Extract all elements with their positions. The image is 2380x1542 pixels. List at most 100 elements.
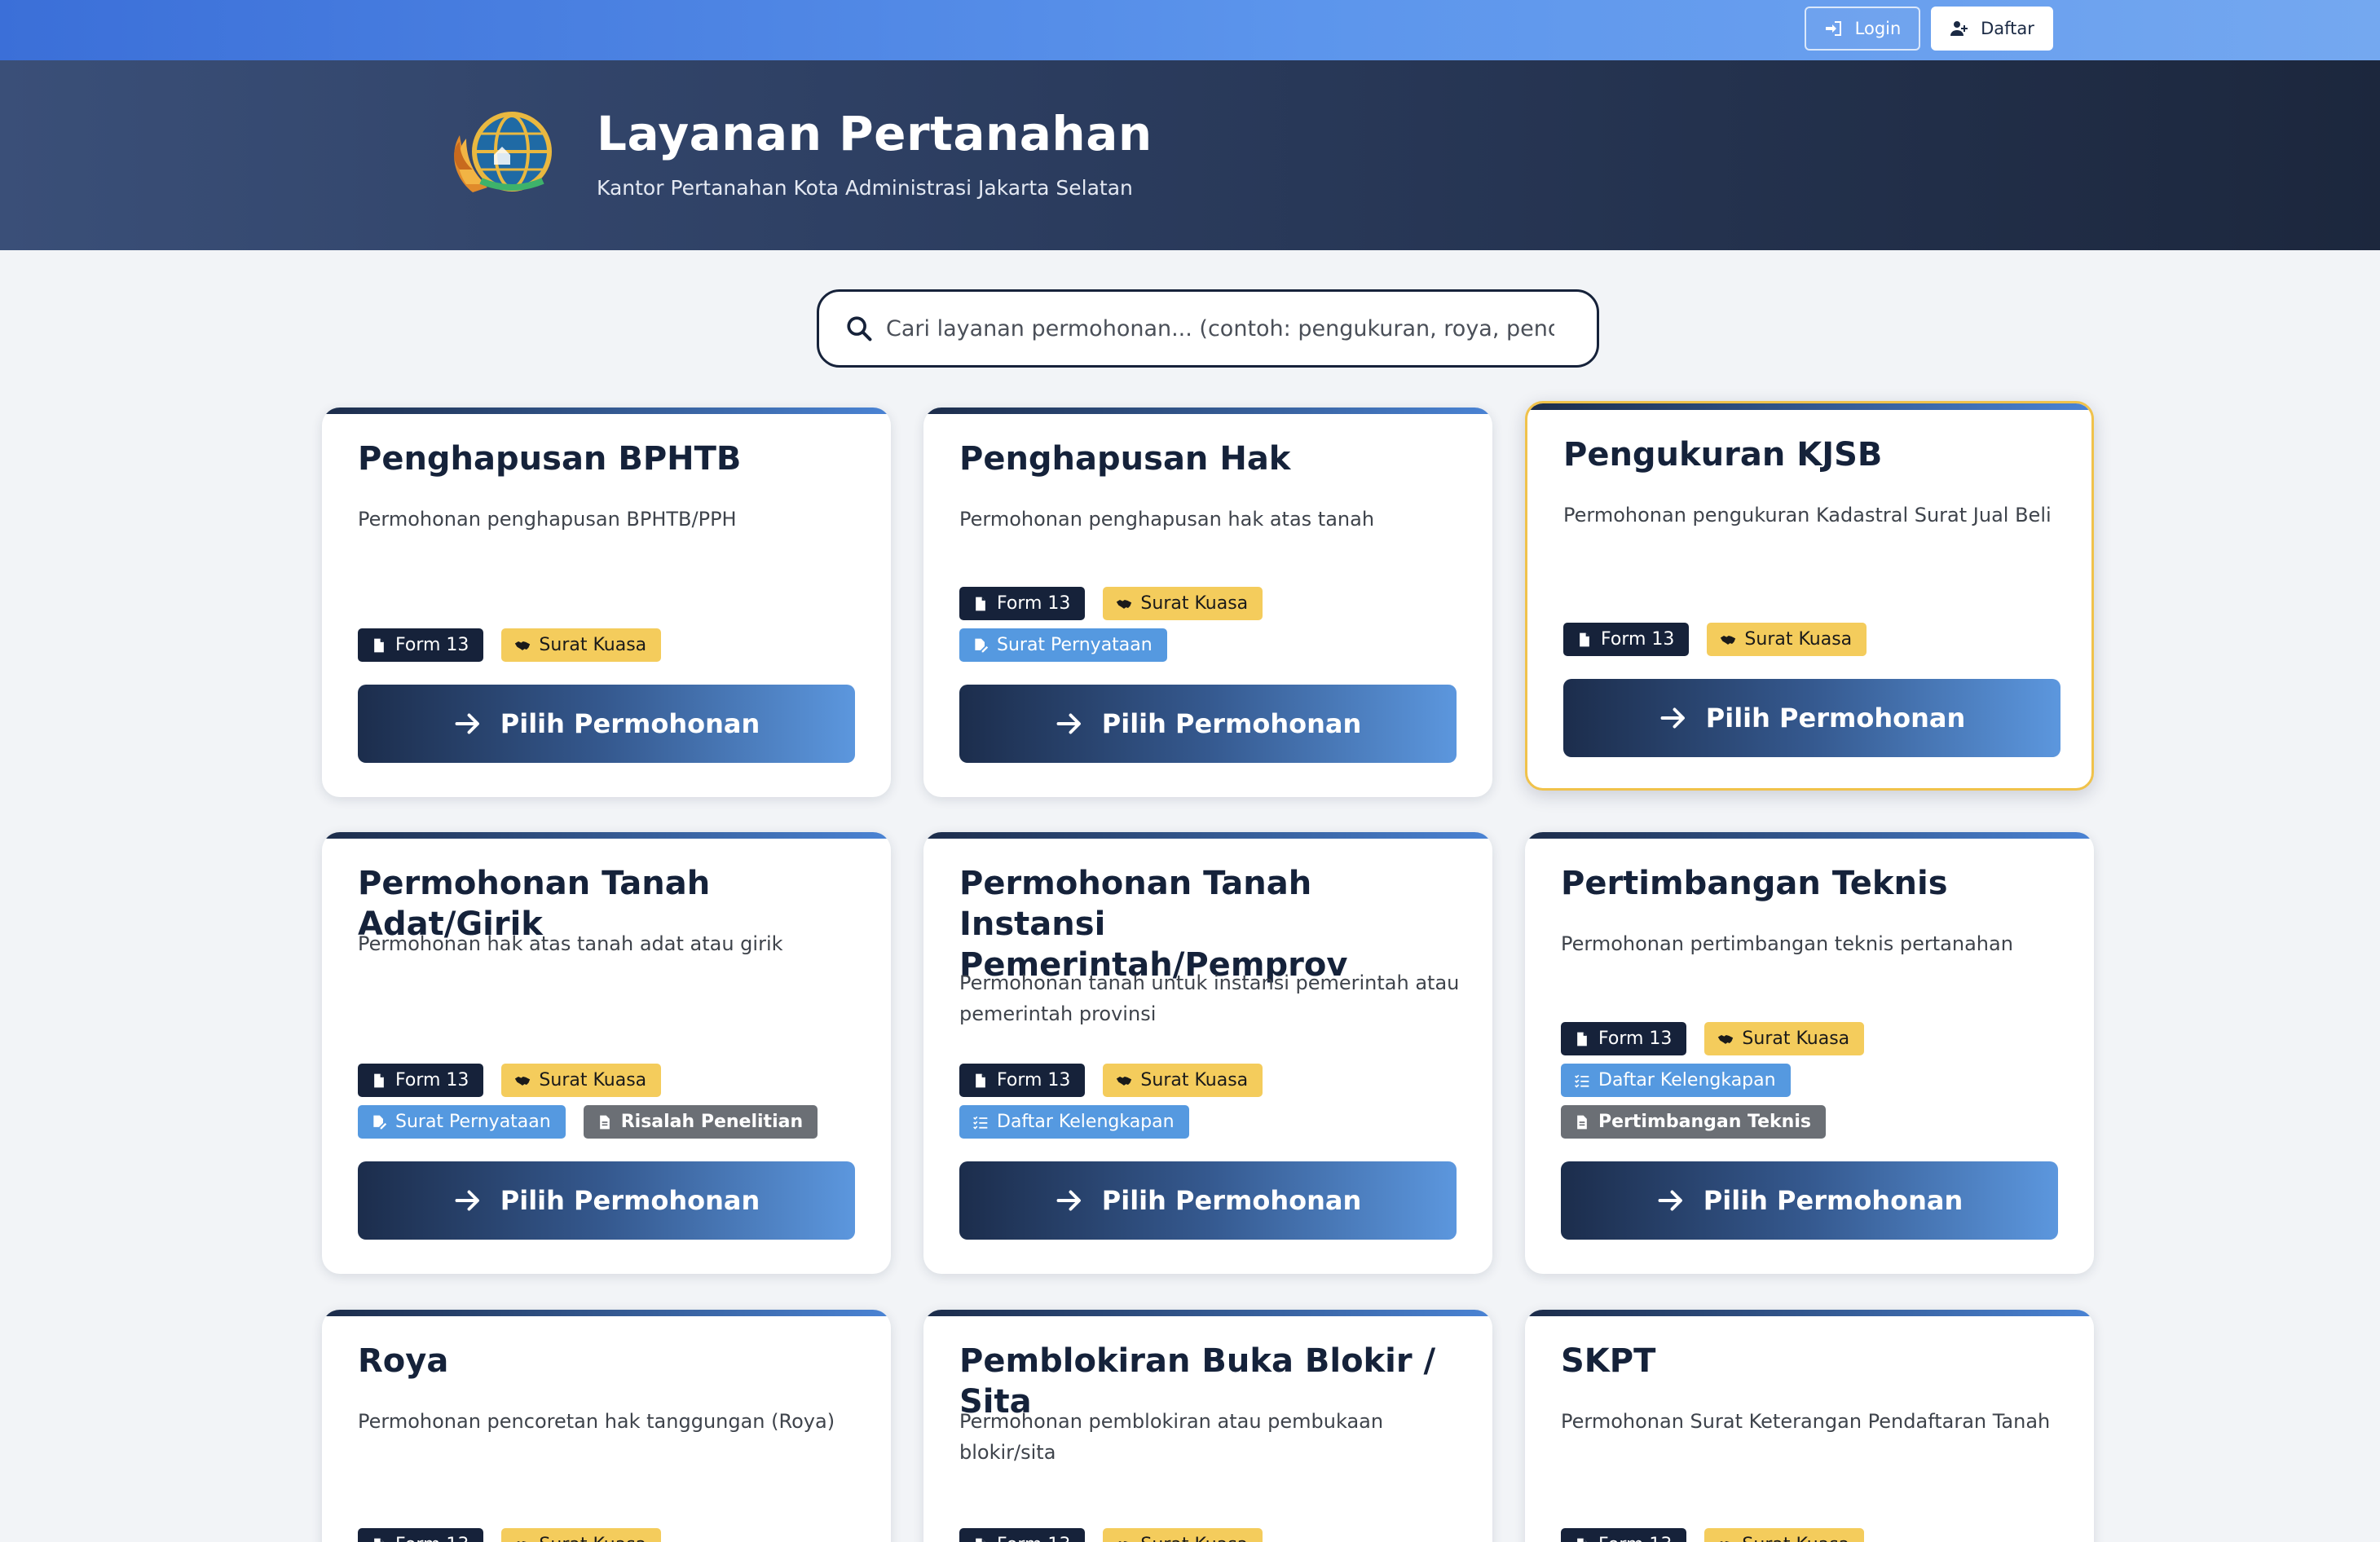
card-accent-bar [923, 1310, 1492, 1316]
card-tags: Form 13 Surat Kuasa [959, 1528, 1460, 1542]
tag-surat-kuasa: Surat Kuasa [1103, 1064, 1263, 1097]
arrow-right-icon [455, 713, 479, 734]
service-card-pemblokiran: Pemblokiran Buka Blokir / Sita Permohona… [923, 1310, 1492, 1542]
file-icon [374, 638, 384, 652]
card-accent-bar [322, 832, 891, 839]
pilih-permohonan-button[interactable]: Pilih Permohonan [358, 1161, 855, 1240]
card-title: Penghapusan BPHTB [358, 440, 742, 478]
list-check-icon [1575, 1074, 1589, 1088]
file-signature-icon [373, 1115, 387, 1129]
tag-pertimbangan-teknis: Pertimbangan Teknis [1561, 1105, 1826, 1139]
card-accent-bar [1525, 1310, 2094, 1316]
card-tags: Form 13 Surat Kuasa [1561, 1528, 2061, 1542]
top-bar: Login Daftar [0, 0, 2380, 60]
service-card-penghapusan-hak: Penghapusan Hak Permohonan penghapusan h… [923, 408, 1492, 797]
pilih-permohonan-button[interactable]: Pilih Permohonan [358, 685, 855, 763]
card-description: Permohonan tanah untuk instansi pemerint… [959, 971, 1460, 1025]
tag-surat-kuasa: Surat Kuasa [501, 628, 662, 662]
card-accent-bar [322, 1310, 891, 1316]
file-icon [374, 1538, 384, 1542]
bpn-logo-icon [454, 112, 552, 192]
service-card-penghapusan-bphtb: Penghapusan BPHTB Permohonan penghapusan… [322, 408, 891, 797]
file-icon [976, 597, 985, 610]
tag-form-13: Form 13 [358, 628, 484, 662]
handshake-icon [1721, 635, 1736, 645]
search-icon [847, 316, 872, 341]
tag-surat-pernyataan: Surat Pernyataan [358, 1105, 566, 1139]
card-tags: Form 13 Surat Kuasa Surat Pernyataan Ris… [358, 1064, 858, 1139]
tag-form-13: Form 13 [959, 1528, 1086, 1542]
card-description: Permohonan penghapusan BPHTB/PPH [358, 508, 737, 531]
tag-daftar-kelengkapan: Daftar Kelengkapan [1561, 1064, 1791, 1097]
arrow-right-icon [1056, 713, 1081, 734]
card-title: Roya [358, 1342, 449, 1380]
handshake-icon [1117, 599, 1132, 609]
login-button[interactable]: Login [1805, 7, 1920, 51]
pilih-permohonan-button[interactable]: Pilih Permohonan [959, 1161, 1457, 1240]
card-accent-bar [1527, 403, 2091, 410]
arrow-right-icon [1056, 1190, 1081, 1211]
card-description: Permohonan pemblokiran atau pembukaan bl… [959, 1410, 1384, 1464]
tag-form-13: Form 13 [358, 1064, 484, 1097]
tag-form-13: Form 13 [1563, 623, 1690, 656]
card-tags: Form 13 Surat Kuasa Surat Pernyataan [959, 587, 1460, 662]
card-description: Permohonan penghapusan hak atas tanah [959, 508, 1375, 531]
login-icon [1825, 21, 1841, 36]
file-icon [374, 1073, 384, 1087]
search-input[interactable] [886, 315, 1554, 341]
card-description: Permohonan pengukuran Kadastral Surat Ju… [1563, 504, 2052, 526]
card-accent-bar [322, 408, 891, 414]
card-tags: Form 13 Surat Kuasa [358, 628, 858, 662]
search-box[interactable] [817, 289, 1599, 368]
arrow-right-icon [455, 1190, 479, 1211]
service-card-skpt: SKPT Permohonan Surat Keterangan Pendaft… [1525, 1310, 2094, 1542]
handshake-icon [1718, 1034, 1734, 1044]
tag-surat-kuasa: Surat Kuasa [1704, 1022, 1865, 1055]
service-card-roya: Roya Permohonan pencoretan hak tanggunga… [322, 1310, 891, 1542]
tag-surat-kuasa: Surat Kuasa [1103, 587, 1263, 620]
file-signature-icon [975, 638, 989, 652]
handshake-icon [1719, 1540, 1730, 1542]
file-lines-icon [1577, 1115, 1587, 1129]
login-label: Login [1854, 19, 1902, 38]
arrow-right-icon [1660, 707, 1685, 729]
tag-form-13: Form 13 [1561, 1528, 1687, 1542]
pilih-permohonan-button[interactable]: Pilih Permohonan [959, 685, 1457, 763]
daftar-label: Daftar [1981, 19, 2034, 38]
card-tags: Form 13 Surat Kuasa Daftar Kelengkapan P… [1561, 1022, 2061, 1139]
card-title: Pertimbangan Teknis [1561, 865, 1948, 902]
file-icon [1577, 1538, 1587, 1542]
tag-surat-pernyataan: Surat Pernyataan [959, 628, 1167, 662]
user-plus-icon [1950, 21, 1968, 36]
card-description: Permohonan pencoretan hak tanggungan (Ro… [358, 1410, 835, 1433]
card-tags: Form 13 Surat Kuasa [1563, 623, 2059, 656]
tag-daftar-kelengkapan: Daftar Kelengkapan [959, 1105, 1189, 1139]
tag-form-13: Form 13 [1561, 1022, 1687, 1055]
card-title: SKPT [1561, 1342, 1656, 1380]
handshake-icon [515, 641, 531, 650]
card-tags: Form 13 Surat Kuasa Daftar Kelengkapan [959, 1064, 1460, 1139]
card-description: Permohonan pertimbangan teknis pertanaha… [1561, 932, 2013, 955]
list-check-icon [973, 1116, 988, 1130]
file-icon [1580, 632, 1589, 646]
page-header: Layanan Pertanahan Kantor Pertanahan Kot… [0, 60, 2380, 250]
handshake-icon [516, 1540, 527, 1542]
card-accent-bar [923, 408, 1492, 414]
pilih-permohonan-button[interactable]: Pilih Permohonan [1563, 679, 2060, 757]
handshake-icon [1117, 1540, 1129, 1542]
page-title: Layanan Pertanahan [597, 106, 1153, 161]
file-icon [976, 1073, 985, 1087]
pilih-permohonan-button[interactable]: Pilih Permohonan [1561, 1161, 2058, 1240]
card-title: Pengukuran KJSB [1563, 436, 1883, 474]
tag-surat-kuasa: Surat Kuasa [501, 1064, 662, 1097]
service-card-tanah-instansi-pemerintah: Permohonan Tanah Instansi Pemerintah/Pem… [923, 832, 1492, 1274]
card-accent-bar [1525, 832, 2094, 839]
file-icon [1577, 1032, 1587, 1046]
card-description: Permohonan Surat Keterangan Pendaftaran … [1561, 1410, 2051, 1433]
tag-surat-kuasa: Surat Kuasa [1707, 623, 1867, 656]
service-card-tanah-adat-girik: Permohonan Tanah Adat/Girik Permohonan h… [322, 832, 891, 1274]
daftar-button[interactable]: Daftar [1931, 7, 2053, 51]
tag-form-13: Form 13 [959, 1064, 1086, 1097]
page-subtitle: Kantor Pertanahan Kota Administrasi Jaka… [597, 176, 1133, 200]
tag-surat-kuasa: Surat Kuasa [1704, 1528, 1865, 1542]
